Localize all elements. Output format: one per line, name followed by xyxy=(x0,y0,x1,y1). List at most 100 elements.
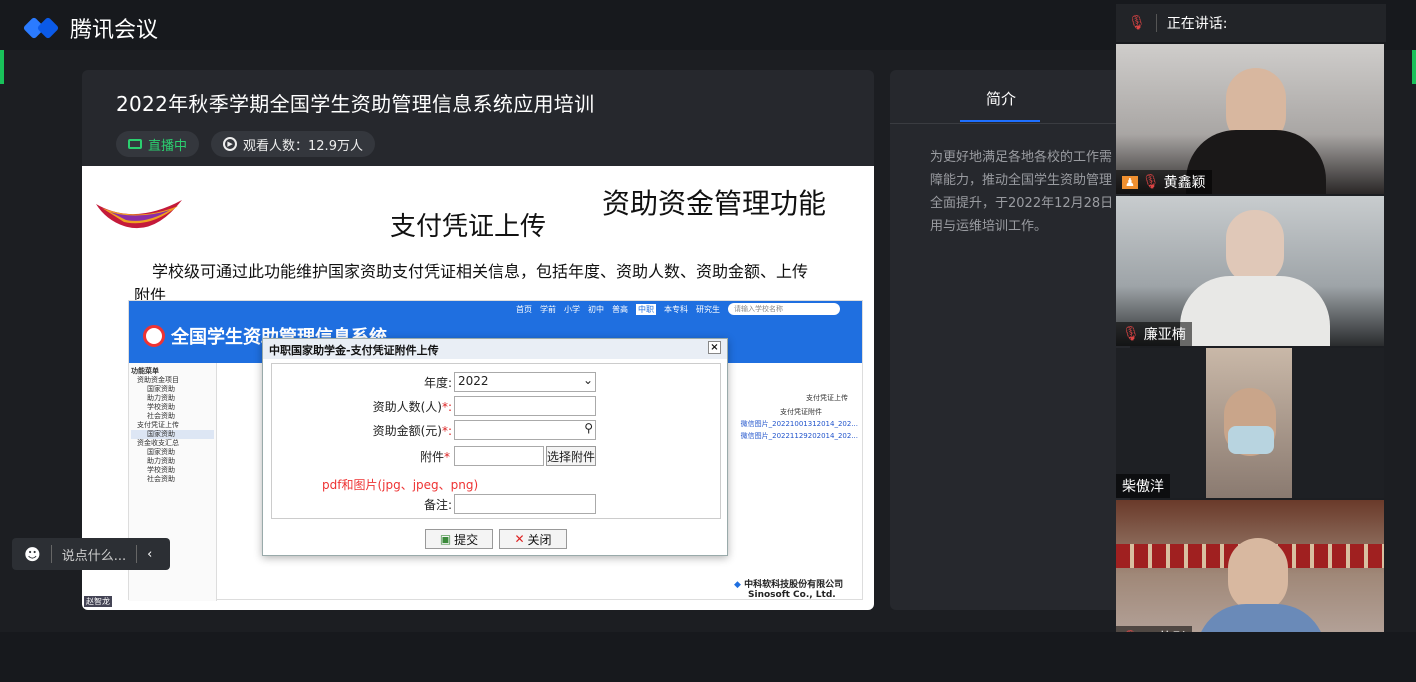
bottom-bar xyxy=(0,632,1416,682)
attach-hint: pdf和图片(jpg、jpeg、png) xyxy=(322,478,479,492)
slide-heading-main: 资助资金管理功能 xyxy=(602,187,827,220)
chat-input[interactable]: 说点什么... xyxy=(62,545,126,564)
participant-video[interactable]: 柴傲洋 xyxy=(1116,348,1384,498)
upload-voucher-link: 支付凭证上传 xyxy=(806,394,848,402)
sidebar-item: 国家资助 xyxy=(147,448,175,456)
attach-input xyxy=(454,446,544,466)
presenter-tag: 赵智龙 xyxy=(84,596,112,607)
sidebar-item: 助力资助 xyxy=(147,394,175,402)
required-mark: *: xyxy=(441,400,452,414)
tab-intro[interactable]: 简介 xyxy=(986,88,1016,109)
chat-input-bar[interactable]: ☻ 说点什么... ‹ xyxy=(12,538,170,570)
mic-muted-icon: 🎙 xyxy=(1141,174,1160,190)
live-badge-label: 直播中 xyxy=(148,138,188,154)
amount-input: ⚲ xyxy=(454,420,596,440)
sidebar-heading: 功能菜单 xyxy=(131,367,159,375)
ministry-logo-icon xyxy=(96,200,182,229)
year-select: 2022 ⌄ xyxy=(454,372,596,392)
nav-item: 小学 xyxy=(564,304,580,314)
close-label: 关闭 xyxy=(527,532,552,547)
dialog-header: 中职国家助学金-支付凭证附件上传 × xyxy=(263,339,727,359)
submit-label: 提交 xyxy=(454,532,479,547)
tab-active-indicator xyxy=(960,120,1040,122)
dialog-footer: ▣ 提交 ✕ 关闭 xyxy=(263,521,727,555)
meeting-window: { "app":{"title":"腾讯会议"}, "stream":{ "ti… xyxy=(0,0,1416,682)
face-mask xyxy=(1228,426,1274,454)
sidebar-item: 国家资助 xyxy=(131,430,214,439)
shared-slide: 资助资金管理功能 支付凭证上传 学校级可通过此功能维护国家资助支付凭证相关信息，… xyxy=(82,166,874,610)
note-input xyxy=(454,494,596,514)
system-emblem-icon xyxy=(143,325,165,347)
system-nav: 首页 学前 小学 初中 普高 中职 本专科 研究生 请输入学校名称 xyxy=(516,303,840,315)
stream-header: 2022年秋季学期全国学生资助管理信息系统应用培训 直播中 ▶ 观看人数：12.… xyxy=(82,70,874,166)
participant-face xyxy=(1226,210,1284,284)
upload-dialog: 中职国家助学金-支付凭证附件上传 × 年度: 2022 ⌄ 资助人数(人)*: 资… xyxy=(262,338,728,556)
divider xyxy=(50,545,52,563)
sinosoft-logo-icon: ◆ xyxy=(734,580,741,590)
participant-video[interactable]: 🎙 廉亚楠 xyxy=(1116,196,1384,346)
mic-muted-icon: 🎙 xyxy=(1122,326,1140,342)
sidebar-item: 资金收支汇总 xyxy=(137,439,179,447)
sidebar-item: 资助资金项目 xyxy=(137,376,179,384)
slide-heading-sub: 支付凭证上传 xyxy=(390,212,547,242)
viewers-count: 观看人数：12.9万人 xyxy=(243,138,363,154)
sidebar-item: 社会资助 xyxy=(147,475,175,483)
search-icon: ⚲ xyxy=(584,421,593,435)
note-label: 备注: xyxy=(423,498,452,512)
emoji-icon[interactable]: ☻ xyxy=(24,545,41,564)
nav-item: 普高 xyxy=(612,304,628,314)
window-edge-marker xyxy=(1412,50,1416,84)
sidebar-item: 支付凭证上传 xyxy=(137,421,179,429)
participant-name: 柴傲洋 xyxy=(1122,479,1164,495)
intro-tabs: 简介 xyxy=(890,70,1130,124)
count-label: 资助人数(人) xyxy=(372,400,442,414)
nav-item: 初中 xyxy=(588,304,604,314)
sidebar-item: 社会资助 xyxy=(147,412,175,420)
nav-item: 研究生 xyxy=(696,304,720,314)
participant-face xyxy=(1228,538,1288,612)
speaking-bar: 🎙 正在讲话: xyxy=(1116,4,1386,42)
amount-label: 资助金额(元) xyxy=(372,424,442,438)
host-icon: ♟ xyxy=(1122,175,1138,189)
speaking-label: 正在讲话: xyxy=(1166,16,1228,32)
participant-name-tag: ♟ 🎙 黄鑫颖 xyxy=(1116,170,1212,194)
participant-video[interactable]: ♟ 🎙 黄鑫颖 xyxy=(1116,44,1384,194)
attach-column-header: 支付凭证附件 xyxy=(780,408,822,416)
mic-muted-icon: 🎙 xyxy=(1128,15,1146,31)
company-name-en: Sinosoft Co., Ltd. xyxy=(748,590,836,600)
company-logo: ◆ 中科软科技股份有限公司 Sinosoft Co., Ltd. xyxy=(734,580,843,600)
count-input xyxy=(454,396,596,416)
chevron-left-icon[interactable]: ‹ xyxy=(147,547,152,562)
divider xyxy=(1155,14,1157,32)
year-label: 年度: xyxy=(423,376,452,390)
live-camera-icon xyxy=(128,139,142,149)
close-button: ✕ 关闭 xyxy=(499,529,567,549)
intro-panel: 简介 为更好地满足各地各校的工作需 障能力，推动全国学生资助管理 全面提升，于2… xyxy=(890,70,1130,610)
nav-item: 学前 xyxy=(540,304,556,314)
year-value: 2022 xyxy=(458,374,489,388)
app-logo: 腾讯会议 xyxy=(22,12,158,44)
live-stream-card: 2022年秋季学期全国学生资助管理信息系统应用培训 直播中 ▶ 观看人数：12.… xyxy=(82,70,874,610)
participant-name: 廉亚楠 xyxy=(1143,327,1186,343)
window-edge-marker xyxy=(0,50,4,84)
submit-icon: ▣ xyxy=(439,532,452,546)
close-icon: ✕ xyxy=(514,532,525,546)
dialog-form: 年度: 2022 ⌄ 资助人数(人)*: 资助金额(元)*: ⚲ 附件* 选择附件… xyxy=(271,363,721,519)
company-name: 中科软科技股份有限公司 xyxy=(744,580,844,590)
participant-body xyxy=(1180,276,1330,346)
nav-item: 本专科 xyxy=(664,304,688,314)
sidebar-item: 学校资助 xyxy=(147,466,175,474)
system-search-input: 请输入学校名称 xyxy=(728,303,840,315)
participant-video[interactable]: 🎙 王若彤 xyxy=(1116,500,1384,650)
slide-description: 学校级可通过此功能维护国家资助支付凭证相关信息，包括年度、资助人数、资助金额、上… xyxy=(152,262,809,281)
nav-item: 首页 xyxy=(516,304,532,314)
select-attachment-button: 选择附件 xyxy=(546,446,596,466)
live-badge: 直播中 xyxy=(116,131,200,157)
intro-text: 为更好地满足各地各校的工作需 障能力，推动全国学生资助管理 全面提升，于2022… xyxy=(930,150,1114,234)
required-mark: *: xyxy=(441,424,452,438)
stream-title: 2022年秋季学期全国学生资助管理信息系统应用培训 xyxy=(116,92,595,116)
sidebar-item: 国家资助 xyxy=(147,385,175,393)
participant-name: 黄鑫颖 xyxy=(1163,175,1206,191)
viewers-badge: ▶ 观看人数：12.9万人 xyxy=(211,131,375,157)
required-mark: * xyxy=(444,450,450,464)
